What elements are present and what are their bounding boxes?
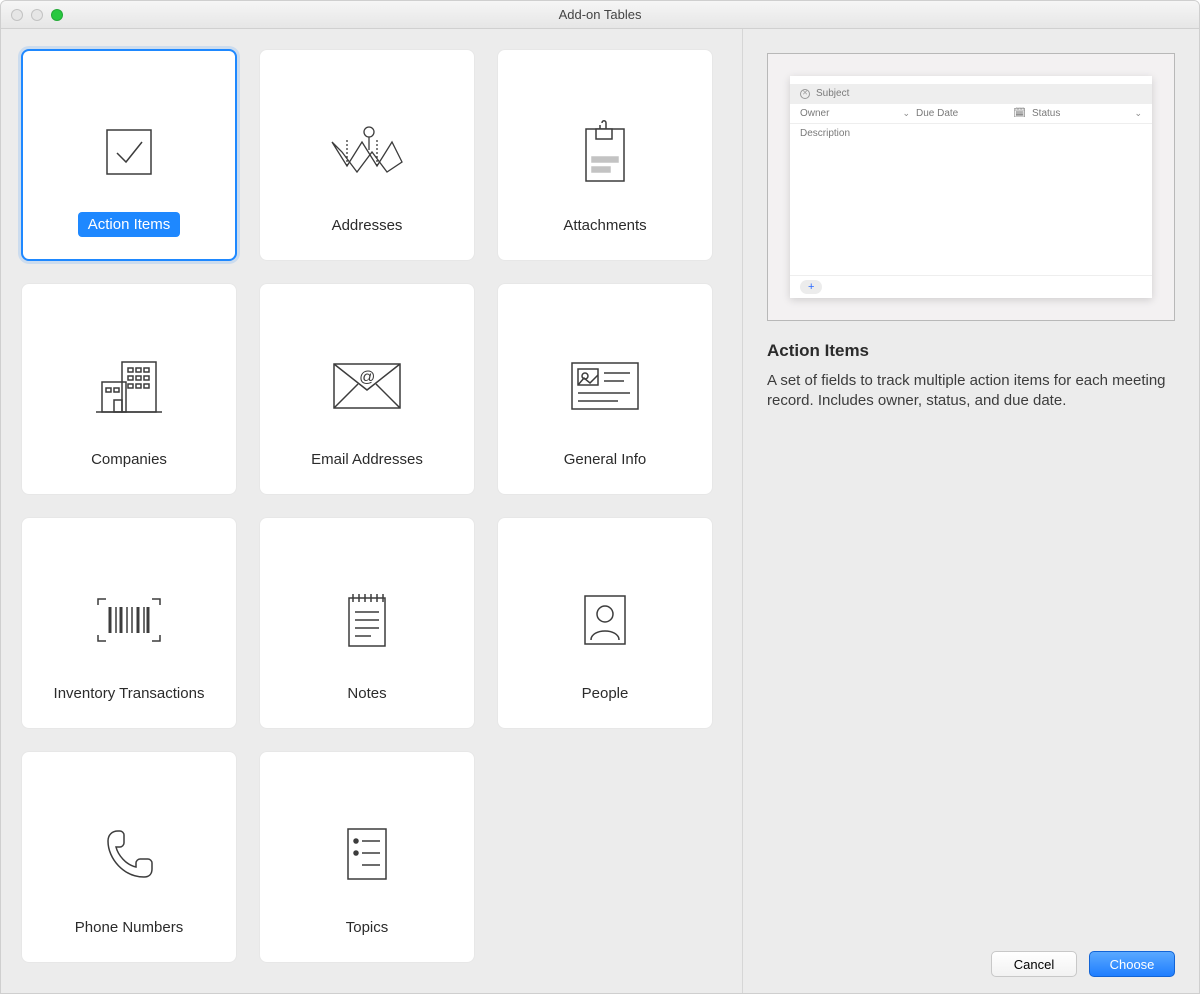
phone-handset-icon [22,792,236,915]
template-card-label: Attachments [553,213,656,238]
template-card-label: Action Items [78,212,181,237]
preview-subject-row: ✕ Subject [790,84,1152,103]
template-card-label: Email Addresses [301,447,433,472]
preview-fields-row: Owner ⌄ Due Date 🗓 Status ⌄ [790,103,1152,123]
template-preview: ✕ Subject Owner ⌄ Due Date 🗓 Status ⌄ Descr… [767,53,1175,321]
template-card-label: Phone Numbers [65,915,193,940]
detail-pane: ✕ Subject Owner ⌄ Due Date 🗓 Status ⌄ Descr… [743,29,1199,993]
template-card-notes[interactable]: Notes [259,517,475,729]
template-card-email-addresses[interactable]: @ Email Addresses [259,283,475,495]
preview-description-row: Description [790,123,1152,275]
detail-description: A set of fields to track multiple action… [767,371,1175,412]
info-card-icon [498,324,712,447]
person-photo-icon [498,558,712,681]
template-card-phone-numbers[interactable]: Phone Numbers [21,751,237,963]
minimize-window-button[interactable] [31,9,43,21]
detail-heading: Action Items [767,341,1175,361]
template-card-people[interactable]: People [497,517,713,729]
template-card-label: Topics [336,915,399,940]
window-controls [1,9,63,21]
preview-status-cell: Status ⌄ [1032,108,1142,119]
add-row-button: + [800,280,822,294]
template-card-companies[interactable]: Companies [21,283,237,495]
template-card-addresses[interactable]: Addresses [259,49,475,261]
zoom-window-button[interactable] [51,9,63,21]
chevron-down-icon: ⌄ [1134,108,1142,119]
template-card-label: Inventory Transactions [44,681,215,706]
template-card-label: People [572,681,639,706]
paperclip-document-icon [498,90,712,213]
preview-card: ✕ Subject Owner ⌄ Due Date 🗓 Status ⌄ Descr… [790,76,1152,298]
template-card-label: General Info [554,447,657,472]
template-card-inventory-transactions[interactable]: Inventory Transactions [21,517,237,729]
map-pin-icon [260,90,474,213]
notepad-icon [260,558,474,681]
template-card-label: Companies [81,447,177,472]
template-grid: Action Items Addresses [21,49,742,963]
dialog-footer: Cancel Choose [767,939,1175,977]
titlebar: Add-on Tables [1,1,1199,29]
buildings-icon [22,324,236,447]
template-card-topics[interactable]: Topics [259,751,475,963]
template-grid-pane: Action Items Addresses [1,29,743,993]
barcode-icon [22,558,236,681]
chevron-down-icon: ⌄ [902,108,910,119]
template-card-label: Notes [337,681,396,706]
preview-subject-label: Subject [816,88,849,99]
template-card-action-items[interactable]: Action Items [21,49,237,261]
bullet-list-document-icon [260,792,474,915]
preview-status-label: Status [1032,108,1060,119]
choose-button[interactable]: Choose [1089,951,1175,977]
template-card-attachments[interactable]: Attachments [497,49,713,261]
preview-description-label: Description [800,128,850,139]
preview-due-date-cell: Due Date 🗓 [916,108,1026,119]
dialog-window: Add-on Tables Action Items [0,0,1200,994]
checkmark-box-icon [23,91,235,212]
window-title: Add-on Tables [1,7,1199,22]
calendar-icon: 🗓 [1013,108,1026,119]
close-window-button[interactable] [11,9,23,21]
envelope-at-icon: @ [260,324,474,447]
svg-text:@: @ [359,369,375,386]
cancel-button[interactable]: Cancel [991,951,1077,977]
preview-owner-cell: Owner ⌄ [800,108,910,119]
template-card-general-info[interactable]: General Info [497,283,713,495]
preview-due-date-label: Due Date [916,108,958,119]
clear-icon: ✕ [800,89,810,99]
preview-footer: + [790,275,1152,298]
template-card-label: Addresses [322,213,413,238]
dialog-body: Action Items Addresses [1,29,1199,993]
preview-owner-label: Owner [800,108,829,119]
